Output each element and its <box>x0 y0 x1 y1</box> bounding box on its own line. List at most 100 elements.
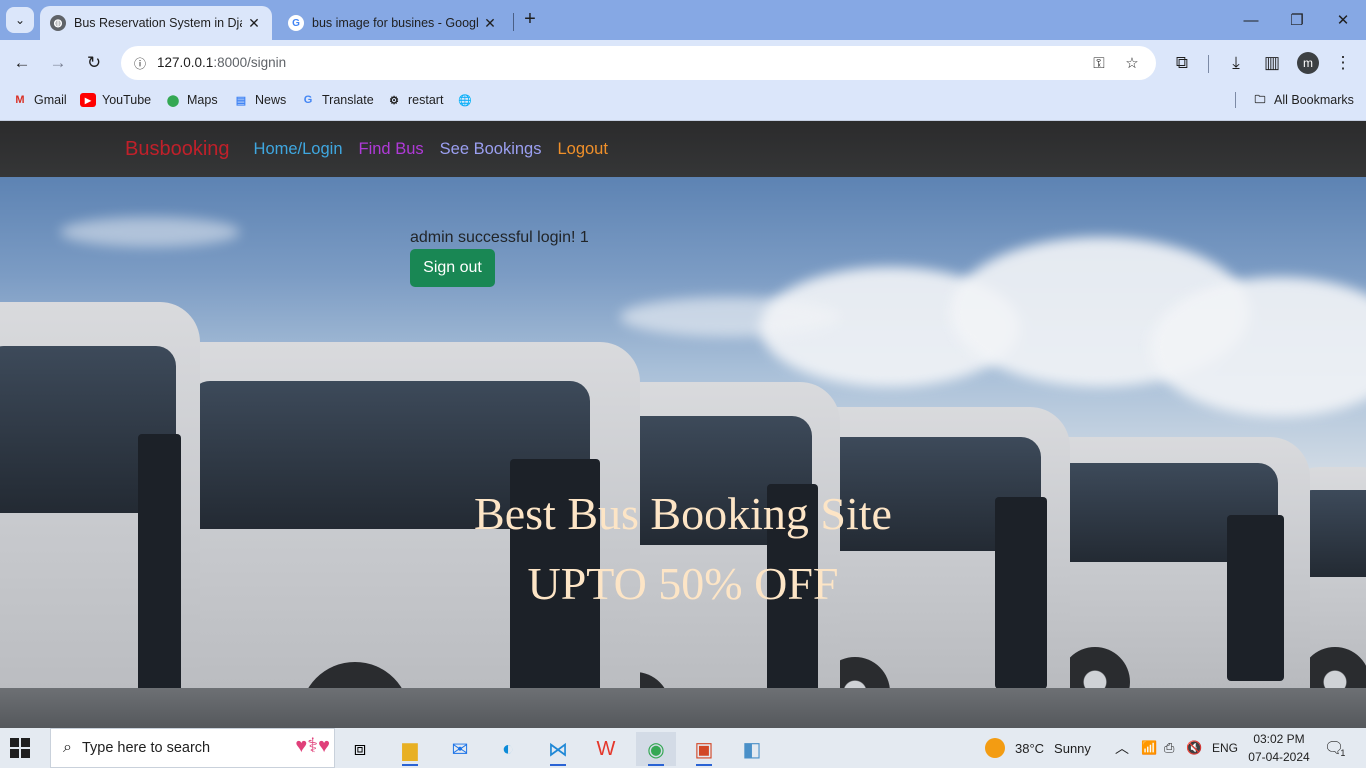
windows-taskbar: ⌕ Type here to search ♥⚕♥ ⧈ ▆ ✉ ◐ ⋈ W ◉ … <box>0 728 1366 768</box>
parking-lot <box>0 688 1366 728</box>
star-icon[interactable]: ☆ <box>1121 52 1143 74</box>
window-close-button[interactable]: ✕ <box>1320 0 1366 40</box>
sun-icon <box>985 738 1005 758</box>
bookmark-globe[interactable]: 🌐 <box>457 91 479 109</box>
network-icon[interactable]: 📶 <box>1141 728 1157 768</box>
bookmark-label: restart <box>408 93 444 107</box>
meet-icon[interactable]: ⎙ <box>1164 728 1174 768</box>
file-explorer-app[interactable]: ▆ <box>390 732 430 766</box>
vscode-icon: ⋈ <box>548 738 568 761</box>
cloud-shape <box>60 217 240 247</box>
notification-count: 1 <box>1340 748 1346 758</box>
chrome-icon: ◉ <box>647 738 665 761</box>
back-button[interactable]: ← <box>8 49 36 77</box>
news-icon: ▤ <box>235 94 247 107</box>
taskbar-search-box[interactable]: ⌕ Type here to search ♥⚕♥ <box>50 728 335 768</box>
bookmark-maps[interactable]: ⬤ Maps <box>165 91 218 109</box>
bookmark-gmail[interactable]: M Gmail <box>12 91 66 109</box>
minimize-button[interactable]: — <box>1228 0 1274 40</box>
browser-tab-strip: ⌄ ◍ Bus Reservation System in Djan ✕ G b… <box>0 0 1366 40</box>
globe-icon: 🌐 <box>458 94 472 107</box>
address-bar[interactable]: ⓘ 127.0.0.1:8000/signin ⚿ ☆ <box>121 46 1156 80</box>
forward-button[interactable]: → <box>44 49 72 77</box>
site-info-icon[interactable]: ⓘ <box>129 52 151 74</box>
bookmark-label: YouTube <box>102 93 152 107</box>
sign-out-button[interactable]: Sign out <box>410 249 495 287</box>
search-placeholder: Type here to search <box>81 740 211 756</box>
key-icon[interactable]: ⚿ <box>1088 52 1110 74</box>
nav-logout[interactable]: Logout <box>557 140 607 159</box>
downloads-button[interactable]: ⤓ <box>1222 49 1250 77</box>
brand-logo[interactable]: Busbooking <box>125 138 230 161</box>
site-navbar: Busbooking Home/Login Find Bus See Booki… <box>0 121 1366 177</box>
restore-button[interactable]: ❐ <box>1274 0 1320 40</box>
arrow-right-icon: → <box>49 53 67 72</box>
gear-icon: ⚙ <box>389 94 399 107</box>
bookmark-label: Translate <box>322 93 374 107</box>
puzzle-icon: ⧉ <box>1175 53 1189 72</box>
new-tab-button[interactable]: + <box>519 9 541 31</box>
taskbar-clock[interactable]: 03:02 PM 07-04-2024 <box>1246 730 1312 766</box>
more-vert-icon: ⋮ <box>1334 53 1352 72</box>
tab-search-button[interactable]: ⌄ <box>6 7 34 33</box>
hero-banner: admin successful login! 1 Sign out Best … <box>0 177 1366 728</box>
search-highlight-icon: ♥⚕♥ <box>295 735 330 757</box>
windows-start-button[interactable] <box>10 738 30 758</box>
wps-office-app[interactable]: W <box>586 732 626 766</box>
browser-toolbar: ← → ↻ ⓘ 127.0.0.1:8000/signin ⚿ ☆ ⧉ ⤓ ▥ … <box>0 40 1366 86</box>
side-panel-button[interactable]: ▥ <box>1258 49 1286 77</box>
folder-icon: 🗀 <box>1254 93 1266 106</box>
nav-see-bookings[interactable]: See Bookings <box>440 140 542 159</box>
edge-app[interactable]: ◐ <box>488 732 528 766</box>
close-icon[interactable]: ✕ <box>246 15 262 32</box>
edge-icon: ◐ <box>501 737 515 760</box>
side-panel-icon: ▥ <box>1263 53 1281 72</box>
cloud-shape <box>620 297 840 337</box>
clock-time: 03:02 PM <box>1253 732 1305 746</box>
tab-google-search[interactable]: G bus image for busines - Google ✕ <box>278 6 508 40</box>
bookmark-restart[interactable]: ⚙ restart <box>386 91 443 109</box>
powerpoint-app[interactable]: ▣ <box>684 732 724 766</box>
url-host: 127.0.0.1 <box>157 55 214 70</box>
tab-title: Bus Reservation System in Djan <box>74 16 242 30</box>
tab-bus-reservation[interactable]: ◍ Bus Reservation System in Djan ✕ <box>40 6 272 40</box>
download-icon: ⤓ <box>1232 53 1240 72</box>
globe-icon: ◍ <box>50 15 66 31</box>
url-text[interactable]: 127.0.0.1:8000/signin <box>157 55 286 70</box>
bookmarks-divider <box>1235 92 1236 108</box>
all-bookmarks-button[interactable]: 🗀 All Bookmarks <box>1252 91 1354 109</box>
chrome-app[interactable]: ◉ <box>636 732 676 766</box>
mail-app[interactable]: ✉ <box>440 732 480 766</box>
bookmarks-bar: M Gmail ▶ YouTube ⬤ Maps ▤ News G Transl… <box>0 86 1366 114</box>
tab-title: bus image for busines - Google <box>312 16 478 30</box>
pinned-app[interactable]: ◧ <box>732 732 772 766</box>
show-hidden-icons-button[interactable]: ︿ <box>1115 728 1129 768</box>
bookmark-news[interactable]: ▤ News <box>233 91 286 109</box>
profile-avatar[interactable]: m <box>1297 52 1319 74</box>
task-view-button[interactable]: ⧈ <box>340 732 380 766</box>
nav-home-login[interactable]: Home/Login <box>254 140 343 159</box>
bookmark-label: News <box>255 93 287 107</box>
extensions-button[interactable]: ⧉ <box>1168 49 1196 77</box>
volume-muted-icon[interactable]: 🔇 <box>1186 728 1202 768</box>
all-bookmarks-label: All Bookmarks <box>1274 93 1354 107</box>
presentation-icon: ▣ <box>694 738 714 761</box>
nav-find-bus[interactable]: Find Bus <box>359 140 424 159</box>
language-indicator[interactable]: ENG <box>1212 728 1238 768</box>
reload-button[interactable]: ↻ <box>80 49 108 77</box>
gmail-icon: M <box>15 94 25 106</box>
tab-divider <box>513 13 514 31</box>
chrome-menu-button[interactable]: ⋮ <box>1329 49 1357 77</box>
weather-widget[interactable]: 38°C Sunny <box>985 728 1091 768</box>
bookmark-label: Maps <box>187 93 218 107</box>
folder-icon: ▆ <box>402 738 418 761</box>
vscode-app[interactable]: ⋈ <box>538 732 578 766</box>
bookmark-translate[interactable]: G Translate <box>300 91 374 109</box>
notification-center-button[interactable]: 🗨 1 <box>1324 728 1345 768</box>
toolbar-divider <box>1208 55 1209 73</box>
close-icon[interactable]: ✕ <box>482 15 498 32</box>
hero-headline: Best Bus Booking Site <box>474 488 892 539</box>
bookmark-youtube[interactable]: ▶ YouTube <box>80 91 151 109</box>
arrow-left-icon: ← <box>13 53 31 72</box>
url-path: :8000/signin <box>213 55 287 70</box>
